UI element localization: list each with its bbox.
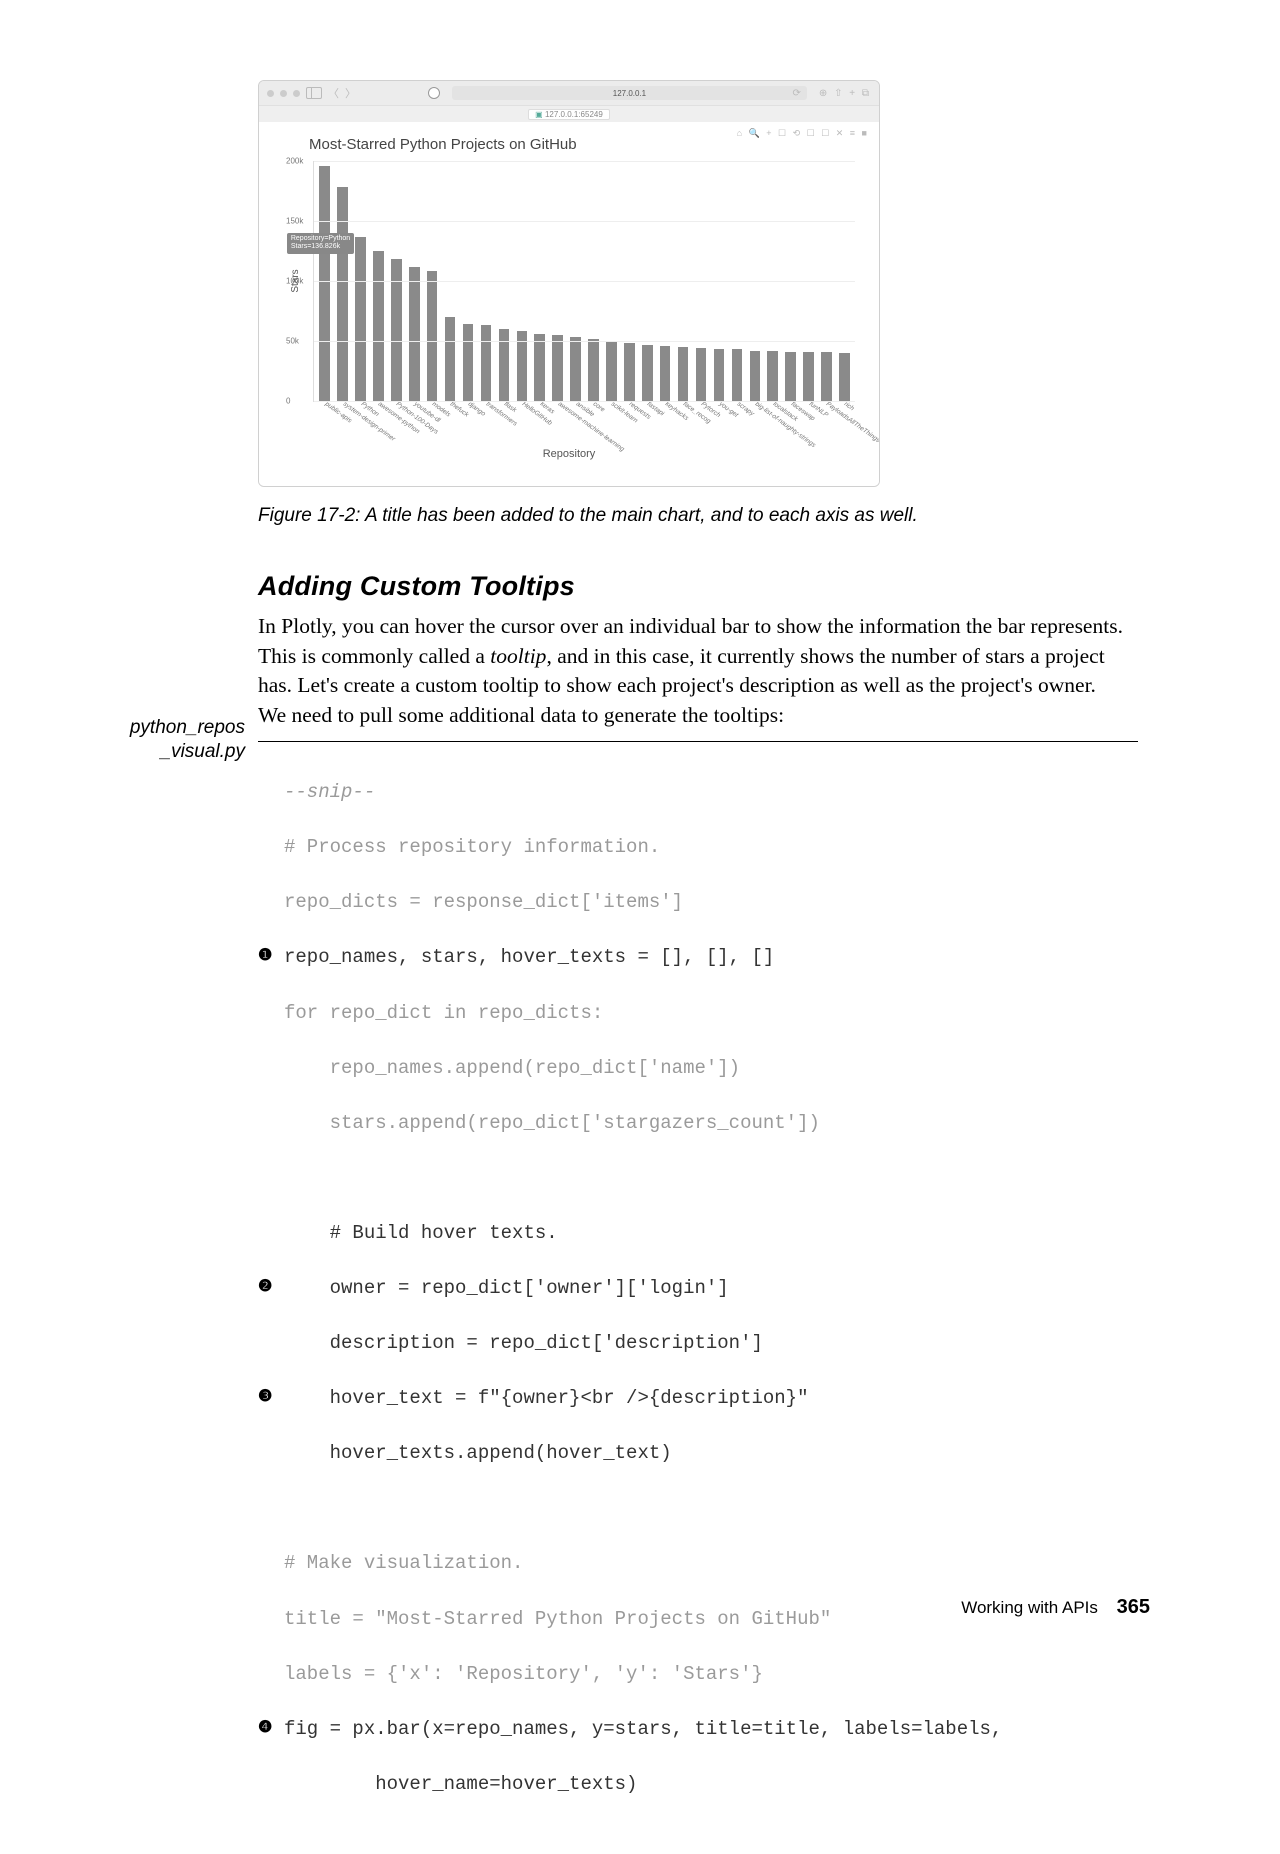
code-marker-1: ❶ [258,944,284,972]
back-button[interactable]: 〈 [328,85,339,101]
x-axis-label: Repository [277,448,861,460]
url-text: 127.0.0.1 [613,89,646,98]
reload-icon[interactable]: ⟳ [793,88,801,99]
bar[interactable]: keyhacks [660,346,671,401]
body-paragraph-1: In Plotly, you can hover the cursor over… [258,612,1138,701]
sidebar-toggle-icon[interactable] [306,87,322,99]
traffic-light-max-icon[interactable] [293,90,300,97]
traffic-light-close-icon[interactable] [267,90,274,97]
bar[interactable]: transformers [481,325,492,401]
url-bar[interactable]: 127.0.0.1 ⟳ [452,86,807,100]
code-filename: python_repos _visual.py [100,716,245,764]
bar[interactable]: Pytorch [696,348,707,401]
bar[interactable]: youtube-dl [409,267,420,401]
browser-titlebar: 〈 〉 127.0.0.1 ⟳ ⊕ ⇧ + ⧉ [259,81,879,105]
code-marker-3: ❸ [258,1385,284,1413]
bar[interactable]: thefuck [445,317,456,401]
code-marker-4: ❹ [258,1716,284,1744]
body-paragraph-2: We need to pull some additional data to … [258,701,1138,731]
traffic-light-min-icon[interactable] [280,90,287,97]
figure-caption: Figure 17-2: A title has been added to t… [258,505,1138,527]
x-tick: rich [843,401,856,413]
code-listing: --snip-- # Process repository informatio… [258,741,1138,1854]
x-tick: you-get [718,401,740,419]
bar[interactable]: public-apis [319,166,330,401]
plotly-modebar[interactable]: ⌂ 🔍 + ☐ ⟲ ☐ ☐ ✕ ≡ ■ [737,128,869,139]
x-tick: thefuck [449,401,470,419]
browser-tab[interactable]: ▣ 127.0.0.1:65249 [528,109,610,120]
bar[interactable]: django [463,324,474,401]
bar[interactable]: requests [624,343,635,401]
hover-tooltip: Repository=PythonStars=136.826k [287,233,354,254]
bar[interactable]: localstack [767,351,778,401]
page-number: 365 [1117,1596,1150,1618]
browser-window: 〈 〉 127.0.0.1 ⟳ ⊕ ⇧ + ⧉ ▣ 127.0.0.1:6524… [258,80,880,487]
bar[interactable]: funNLP [803,352,814,401]
x-tick: django [467,401,487,418]
footer-label: Working with APIs [961,1598,1098,1617]
bar[interactable]: face_recog [678,347,689,401]
bar[interactable]: system-design-primer [337,187,348,401]
bar[interactable]: core [588,339,599,401]
bar-plot[interactable]: Stars public-apissystem-design-primerPyt… [313,161,855,402]
bar[interactable]: faceswap [785,352,796,401]
bar[interactable]: PayloadsAllTheThings [821,352,832,401]
bar[interactable]: awesome-machine-learning [552,335,563,401]
bar[interactable]: scrapy [732,349,743,401]
bar[interactable]: awesome-python [373,251,384,401]
bar[interactable]: scikit-learn [606,341,617,401]
bar[interactable]: rich [839,353,850,401]
section-heading: Adding Custom Tooltips [258,571,1138,602]
chart-area: ⌂ 🔍 + ☐ ⟲ ☐ ☐ ✕ ≡ ■ Most-Starred Python … [259,122,879,487]
bar[interactable]: ansible [570,337,581,401]
forward-button[interactable]: 〉 [345,85,356,101]
bar[interactable]: fastapi [642,345,653,401]
shield-icon[interactable] [428,87,440,99]
bar[interactable]: big-list-of-naughty-strings [750,351,761,401]
toolbar-right-icons[interactable]: ⊕ ⇧ + ⧉ [819,88,871,99]
code-marker-2: ❷ [258,1275,284,1303]
page-footer: Working with APIs 365 [961,1596,1150,1619]
bar[interactable]: flask [499,329,510,401]
bar[interactable]: PythonRepository=PythonStars=136.826k [355,237,366,401]
bar[interactable]: you-get [714,349,725,401]
tab-strip: ▣ 127.0.0.1:65249 [259,105,879,122]
bar[interactable]: keras [534,334,545,401]
bar[interactable]: models [427,271,438,401]
